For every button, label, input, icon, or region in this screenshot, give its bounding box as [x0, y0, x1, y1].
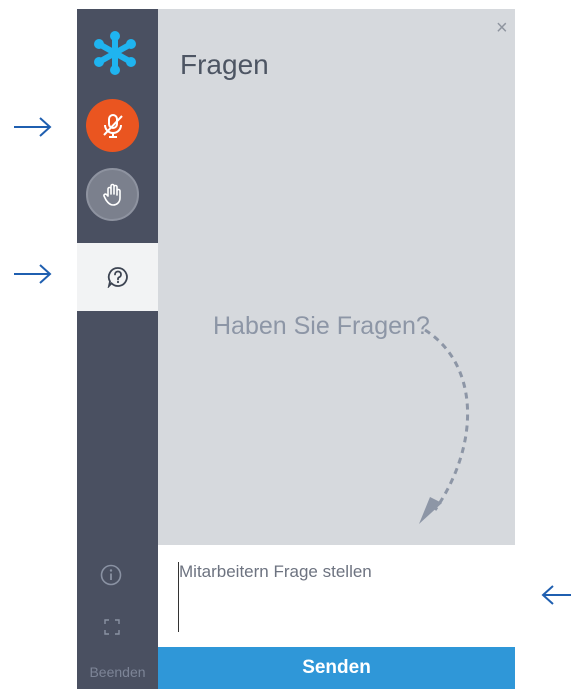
- raise-hand-icon: [102, 183, 121, 206]
- fullscreen-button[interactable]: [102, 617, 122, 637]
- question-bubble-icon: [107, 267, 128, 288]
- question-input-area: [158, 545, 515, 647]
- guide-arrow-input: [541, 585, 571, 605]
- guide-arrow-questions: [14, 264, 52, 284]
- close-icon[interactable]: ×: [496, 18, 508, 38]
- fullscreen-icon: [104, 619, 120, 635]
- snowflake-logo-icon: [93, 31, 137, 75]
- microphone-muted-icon: [102, 113, 123, 138]
- empty-state-prompt: Haben Sie Fragen?: [213, 312, 430, 340]
- tab-questions[interactable]: [77, 243, 158, 311]
- info-button[interactable]: [100, 564, 122, 586]
- end-session-button[interactable]: Beenden: [77, 664, 158, 680]
- info-icon: [100, 564, 122, 586]
- mute-microphone-button[interactable]: [86, 99, 139, 152]
- send-button[interactable]: Senden: [158, 647, 515, 689]
- raise-hand-button[interactable]: [86, 168, 139, 221]
- guide-arrow-mic: [14, 117, 52, 137]
- dashed-arrow-icon: [419, 328, 470, 524]
- question-input[interactable]: [178, 562, 499, 632]
- panel-title: Fragen: [180, 49, 269, 80]
